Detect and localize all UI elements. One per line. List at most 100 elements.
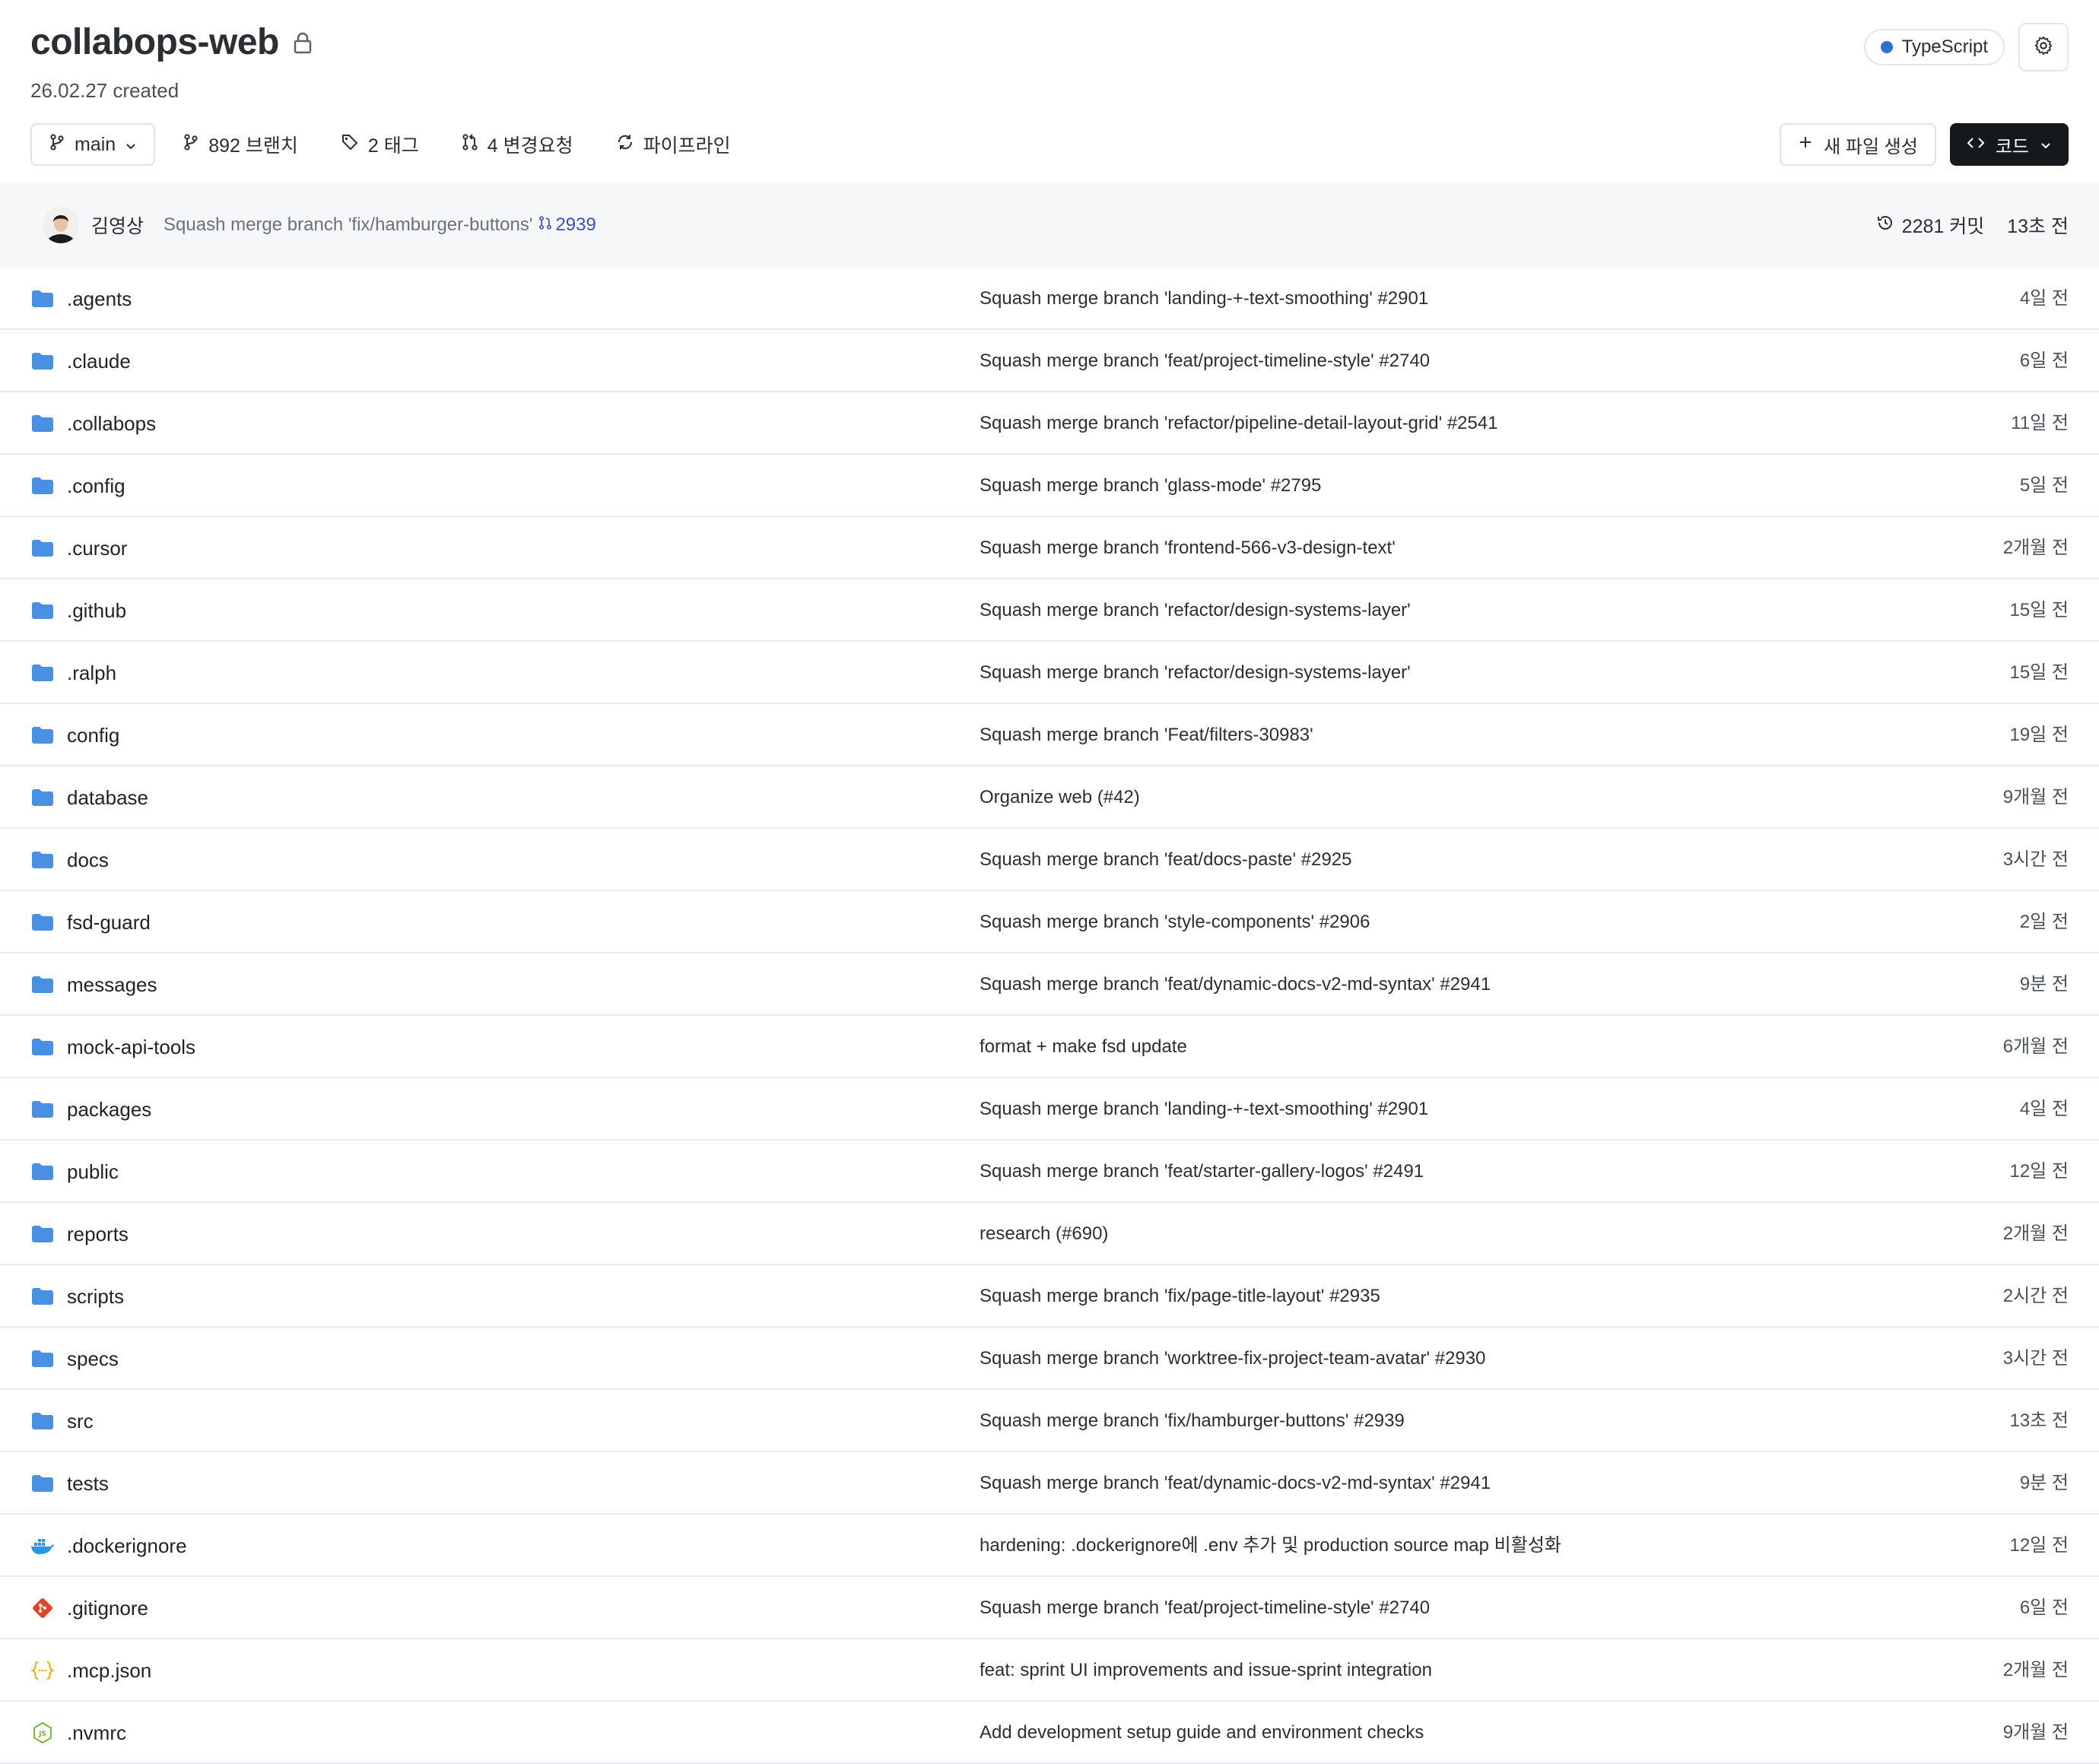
file-name[interactable]: .dockerignore [67,1515,187,1577]
file-commit-message[interactable]: Squash merge branch 'style-components' #… [980,891,1370,953]
file-row[interactable]: reports research (#690) 2개월 전 [0,1203,2099,1265]
file-row[interactable]: scripts Squash merge branch 'fix/page-tit… [0,1265,2099,1328]
file-row[interactable]: fsd-guard Squash merge branch 'style-comp… [0,891,2099,953]
file-row[interactable]: .ralph Squash merge branch 'refactor/desi… [0,642,2099,704]
file-name[interactable]: .cursor [67,517,127,579]
file-commit-message[interactable]: Squash merge branch 'fix/page-title-layo… [980,1265,1380,1328]
folder-icon [30,1472,55,1495]
file-commit-message[interactable]: hardening: .dockerignore에 .env 추가 및 prod… [980,1515,1561,1577]
file-commit-message[interactable]: Organize web (#42) [980,766,1140,829]
file-row[interactable]: tests Squash merge branch 'feat/dynamic-d… [0,1452,2099,1515]
file-commit-message[interactable]: Squash merge branch 'refactor/design-sys… [980,579,1411,642]
file-name[interactable]: reports [67,1203,129,1265]
file-commit-message[interactable]: Squash merge branch 'landing-+-text-smoo… [980,268,1428,330]
file-name[interactable]: packages [67,1078,151,1141]
file-row[interactable]: .mcp.json feat: sprint UI improvements an… [0,1639,2099,1702]
file-commit-message[interactable]: Squash merge branch 'refactor/design-sys… [980,642,1411,704]
file-row[interactable]: packages Squash merge branch 'landing-+-t… [0,1078,2099,1141]
file-name[interactable]: .github [67,579,126,642]
latest-commit-message[interactable]: Squash merge branch 'fix/hamburger-butto… [164,214,532,236]
file-row[interactable]: database Organize web (#42) 9개월 전 [0,766,2099,829]
file-row[interactable]: mock-api-tools format + make fsd update 6개… [0,1016,2099,1078]
file-commit-time: 12일 전 [2009,1161,2069,1182]
file-row[interactable]: .github Squash merge branch 'refactor/des… [0,579,2099,642]
file-name[interactable]: scripts [67,1265,124,1328]
file-row[interactable]: .agents Squash merge branch 'landing-+-te… [0,268,2099,330]
file-commit-time: 2시간 전 [2002,1286,2069,1306]
file-row[interactable]: .gitignore Squash merge branch 'feat/proj… [0,1577,2099,1639]
plus-icon [1798,134,1813,155]
repo-header: collabops-web 26.02.27 created TypeScrip… [0,0,2099,182]
branch-selector[interactable]: main [30,123,156,166]
file-name[interactable]: src [67,1390,94,1452]
file-name[interactable]: database [67,766,148,829]
file-commit-time: 15일 전 [2009,600,2069,620]
settings-button[interactable] [2018,23,2069,71]
file-row[interactable]: src Squash merge branch 'fix/hamburger-bu… [0,1390,2099,1452]
folder-icon [30,350,55,373]
file-row[interactable]: .collabops Squash merge branch 'refactor/… [0,392,2099,455]
branch-icon [183,133,199,157]
pipeline-link[interactable]: 파이프라인 [601,123,746,166]
branches-link[interactable]: 892 브랜치 [167,123,313,166]
file-name[interactable]: mock-api-tools [67,1016,195,1078]
file-commit-message[interactable]: research (#690) [980,1203,1108,1265]
file-commit-message[interactable]: Squash merge branch 'feat/docs-paste' #2… [980,829,1351,891]
file-row[interactable]: .claude Squash merge branch 'feat/project… [0,330,2099,392]
commit-count-link[interactable]: 2281 커밋 [1876,211,1984,239]
file-commit-message[interactable]: format + make fsd update [980,1016,1187,1078]
file-name[interactable]: .config [67,455,125,517]
file-commit-message[interactable]: Squash merge branch 'feat/project-timeli… [980,330,1430,392]
file-name[interactable]: .gitignore [67,1577,148,1639]
file-name[interactable]: .claude [67,330,131,392]
file-commit-message[interactable]: Squash merge branch 'feat/project-timeli… [980,1577,1430,1639]
file-commit-message[interactable]: Add development setup guide and environm… [980,1702,1424,1764]
file-commit-message[interactable]: Squash merge branch 'refactor/pipeline-d… [980,392,1498,455]
file-commit-message[interactable]: Squash merge branch 'glass-mode' #2795 [980,455,1321,517]
file-list: .agents Squash merge branch 'landing-+-te… [0,268,2099,1764]
file-commit-message[interactable]: Squash merge branch 'fix/hamburger-butto… [980,1390,1405,1452]
new-file-button[interactable]: 새 파일 생성 [1780,123,1936,166]
file-name[interactable]: specs [67,1328,119,1390]
file-row[interactable]: .dockerignore hardening: .dockerignore에 .… [0,1515,2099,1577]
file-name[interactable]: tests [67,1452,109,1515]
file-commit-message[interactable]: Squash merge branch 'landing-+-text-smoo… [980,1078,1428,1141]
file-row[interactable]: messages Squash merge branch 'feat/dynami… [0,953,2099,1016]
latest-commit-pr-link[interactable]: 2939 [538,214,596,236]
file-name[interactable]: messages [67,953,157,1016]
file-name[interactable]: fsd-guard [67,891,151,953]
svg-text:JS: JS [38,1731,46,1738]
file-commit-message[interactable]: Squash merge branch 'feat/starter-galler… [980,1141,1424,1203]
file-name[interactable]: .mcp.json [67,1639,151,1702]
change-requests-link[interactable]: 4 변경요청 [446,123,589,166]
avatar[interactable] [43,207,79,243]
folder-icon [30,1160,55,1183]
file-name[interactable]: .ralph [67,642,116,704]
file-name[interactable]: .agents [67,268,132,330]
file-name[interactable]: config [67,704,119,766]
file-row[interactable]: JS .nvmrc Add development setup guide and … [0,1702,2099,1764]
file-commit-time: 4일 전 [2019,1099,2069,1119]
file-row[interactable]: public Squash merge branch 'feat/starter-… [0,1141,2099,1203]
folder-icon [30,786,55,809]
file-name[interactable]: docs [67,829,109,891]
file-row[interactable]: docs Squash merge branch 'feat/docs-paste… [0,829,2099,891]
file-commit-message[interactable]: Squash merge branch 'feat/dynamic-docs-v… [980,953,1491,1016]
file-row[interactable]: config Squash merge branch 'Feat/filters-… [0,704,2099,766]
file-name[interactable]: .collabops [67,392,156,455]
tags-link[interactable]: 2 태그 [325,123,434,166]
commit-author[interactable]: 김영상 [91,211,144,239]
file-commit-message[interactable]: Squash merge branch 'feat/dynamic-docs-v… [980,1452,1491,1515]
file-commit-message[interactable]: Squash merge branch 'Feat/filters-30983' [980,704,1313,766]
file-commit-message[interactable]: Squash merge branch 'frontend-566-v3-des… [980,517,1396,579]
file-row[interactable]: .config Squash merge branch 'glass-mode' … [0,455,2099,517]
file-commit-time: 13초 전 [2009,1410,2069,1431]
file-commit-message[interactable]: feat: sprint UI improvements and issue-s… [980,1639,1432,1702]
file-commit-message[interactable]: Squash merge branch 'worktree-fix-projec… [980,1328,1485,1390]
repo-name[interactable]: collabops-web [30,21,279,63]
file-name[interactable]: .nvmrc [67,1702,126,1764]
file-name[interactable]: public [67,1141,119,1203]
code-button[interactable]: 코드 [1949,123,2069,166]
file-row[interactable]: .cursor Squash merge branch 'frontend-566… [0,517,2099,579]
file-row[interactable]: specs Squash merge branch 'worktree-fix-p… [0,1328,2099,1390]
